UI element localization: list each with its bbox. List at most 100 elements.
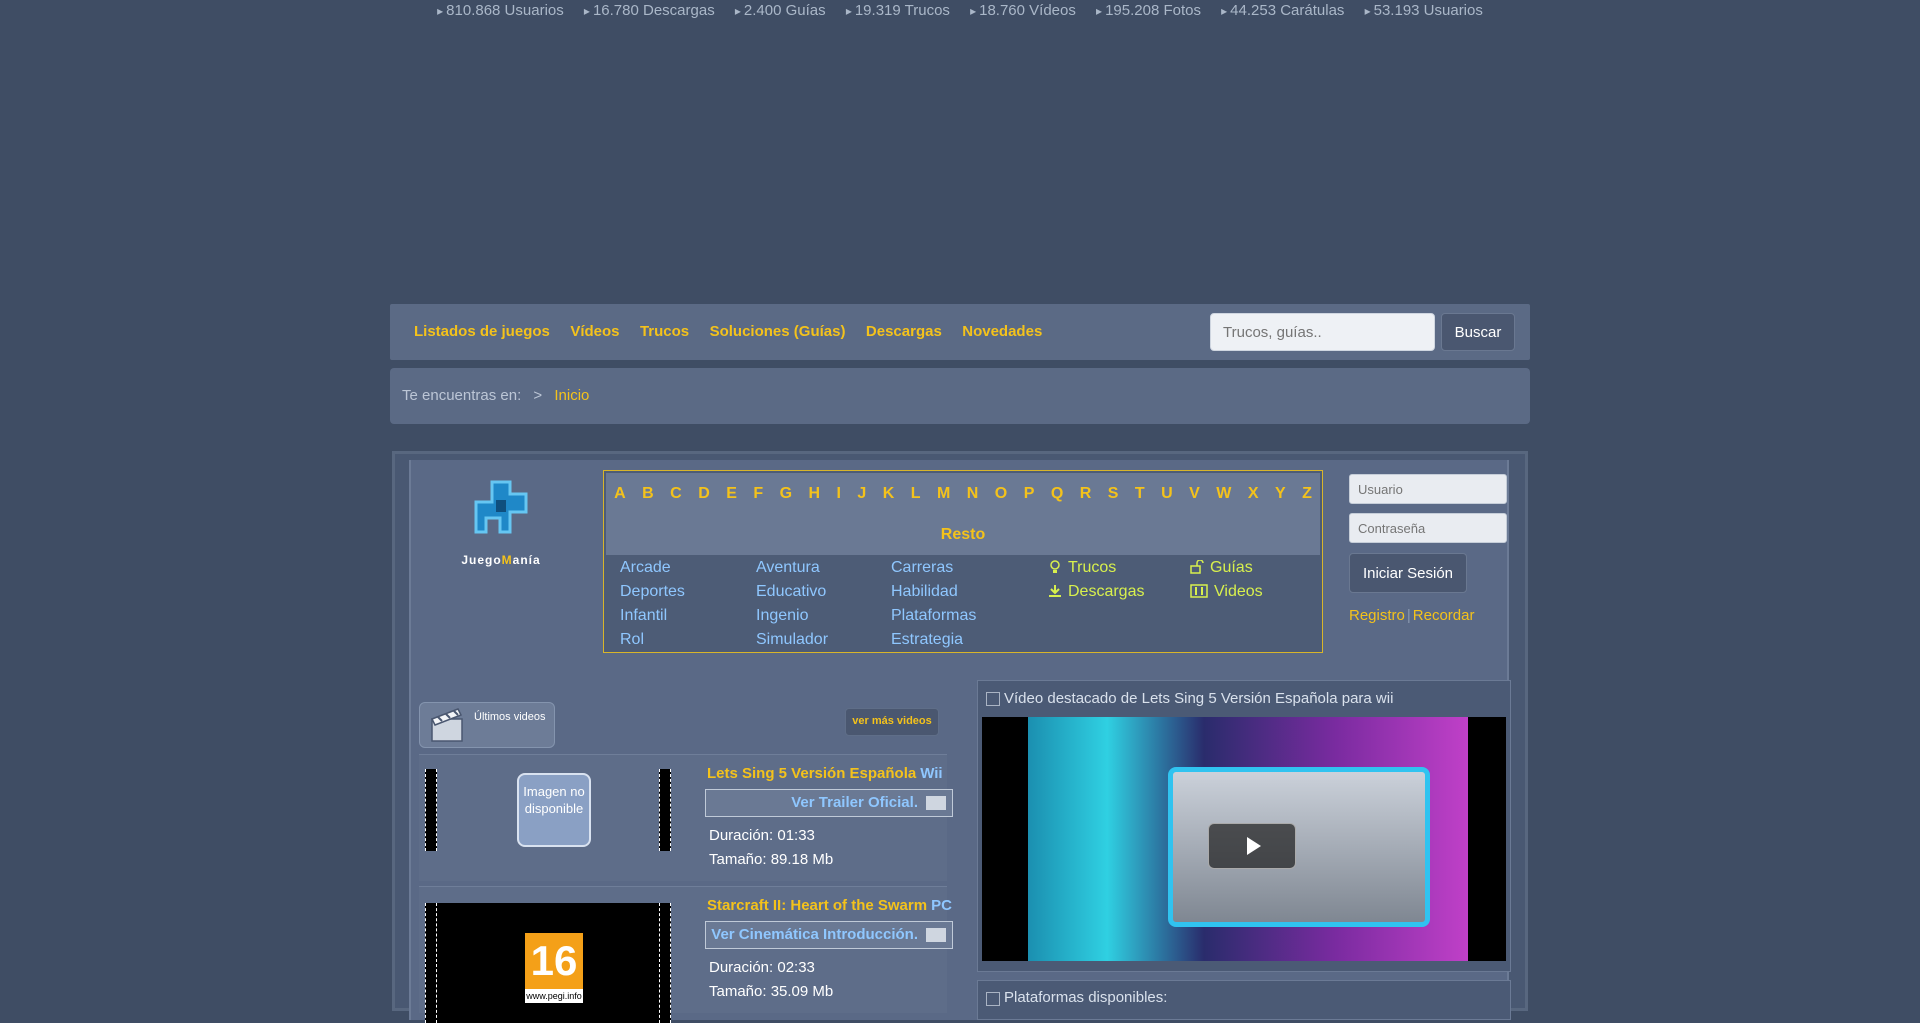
letter-f[interactable]: F xyxy=(753,485,763,502)
stat-tricks: 19.319 Trucos xyxy=(846,2,950,19)
video-platform-link[interactable]: PC xyxy=(931,897,952,914)
nav-link-game-lists[interactable]: Listados de juegos xyxy=(414,323,550,340)
letter-e[interactable]: E xyxy=(726,485,737,502)
video-game-link[interactable]: Lets Sing 5 Versión Española xyxy=(707,765,916,782)
search-button[interactable]: Buscar xyxy=(1441,313,1515,351)
stat-guides: 2.400 Guías xyxy=(735,2,826,19)
stat-users-2: 53.193 Usuarios xyxy=(1365,2,1483,19)
letter-q[interactable]: Q xyxy=(1051,485,1063,502)
video-watch-link[interactable]: Ver Cinemática Introducción. xyxy=(705,921,953,949)
remember-link[interactable]: Recordar xyxy=(1413,607,1475,624)
latest-videos-tab[interactable]: Últimos videos xyxy=(419,702,555,748)
username-input[interactable] xyxy=(1349,474,1507,504)
quick-link-guides[interactable]: Guías xyxy=(1190,559,1253,577)
genre-sports[interactable]: Deportes xyxy=(620,583,685,601)
video-watch-link[interactable]: Ver Trailer Oficial. xyxy=(705,789,953,817)
logo-text-part-2: anía xyxy=(512,553,541,567)
letter-z[interactable]: Z xyxy=(1302,485,1312,502)
alphabet-letters: A B C D E F G H I J K L M N O P Q R S T … xyxy=(606,485,1320,503)
genre-puzzle[interactable]: Ingenio xyxy=(756,607,809,625)
login-links: Registro | Recordar xyxy=(1349,607,1474,624)
pegi-site: www.pegi.info xyxy=(525,989,583,1003)
quick-link-downloads[interactable]: Descargas xyxy=(1048,583,1144,601)
letter-a[interactable]: A xyxy=(614,485,626,502)
main-inner-panel: JuegoManía A B C D E F G H I J K L M N O… xyxy=(409,460,1511,1023)
film-icon xyxy=(1190,584,1208,598)
alphabet-genre-box: A B C D E F G H I J K L M N O P Q R S T … xyxy=(603,470,1323,653)
genre-platform[interactable]: Plataformas xyxy=(891,607,976,625)
genre-rpg[interactable]: Rol xyxy=(620,631,644,649)
letter-d[interactable]: D xyxy=(698,485,710,502)
play-button[interactable] xyxy=(1208,823,1296,869)
letter-j[interactable]: J xyxy=(857,485,866,502)
search-input[interactable] xyxy=(1210,313,1435,351)
login-button[interactable]: Iniciar Sesión xyxy=(1349,553,1467,593)
film-strip xyxy=(659,769,671,851)
film-strip xyxy=(425,769,437,851)
site-stats-bar: 810.868 Usuarios 16.780 Descargas 2.400 … xyxy=(0,2,1920,19)
section-icon xyxy=(986,992,1000,1006)
letter-s[interactable]: S xyxy=(1108,485,1119,502)
video-watch-label: Ver Trailer Oficial. xyxy=(791,794,918,811)
nav-link-downloads[interactable]: Descargas xyxy=(866,323,942,340)
letter-p[interactable]: P xyxy=(1024,485,1035,502)
video-player[interactable] xyxy=(982,717,1506,961)
quick-link-guides-label: Guías xyxy=(1210,559,1253,576)
letter-o[interactable]: O xyxy=(995,485,1007,502)
letter-c[interactable]: C xyxy=(670,485,682,502)
letter-h[interactable]: H xyxy=(808,485,820,502)
genre-simulator[interactable]: Simulador xyxy=(756,631,828,649)
genre-educational[interactable]: Educativo xyxy=(756,583,826,601)
quick-link-videos-label: Videos xyxy=(1214,583,1263,600)
breadcrumb: Te encuentras en: > Inicio xyxy=(390,368,1530,424)
letter-k[interactable]: K xyxy=(883,485,895,502)
quick-link-tricks[interactable]: Trucos xyxy=(1048,559,1116,577)
letter-u[interactable]: U xyxy=(1161,485,1173,502)
genre-racing[interactable]: Carreras xyxy=(891,559,953,577)
nav-link-news[interactable]: Novedades xyxy=(962,323,1042,340)
alphabet-panel: A B C D E F G H I J K L M N O P Q R S T … xyxy=(606,473,1320,555)
film-icon xyxy=(926,796,946,810)
nav-link-guides[interactable]: Soluciones (Guías) xyxy=(710,323,846,340)
nav-link-videos[interactable]: Vídeos xyxy=(570,323,619,340)
nav-link-tricks[interactable]: Trucos xyxy=(640,323,689,340)
video-game-link[interactable]: Starcraft II: Heart of the Swarm xyxy=(707,897,927,914)
letter-v[interactable]: V xyxy=(1189,485,1200,502)
site-logo[interactable]: JuegoManía xyxy=(451,472,551,572)
genre-arcade[interactable]: Arcade xyxy=(620,559,671,577)
quick-link-videos[interactable]: Videos xyxy=(1190,583,1263,601)
letter-n[interactable]: N xyxy=(967,485,979,502)
genre-adventure[interactable]: Aventura xyxy=(756,559,820,577)
letter-rest[interactable]: Resto xyxy=(606,526,1320,544)
genre-strategy[interactable]: Estrategia xyxy=(891,631,963,649)
letter-w[interactable]: W xyxy=(1216,485,1231,502)
unlock-icon xyxy=(1190,560,1204,574)
stat-photos: 195.208 Fotos xyxy=(1096,2,1201,19)
letter-r[interactable]: R xyxy=(1080,485,1092,502)
password-input[interactable] xyxy=(1349,513,1507,543)
letter-y[interactable]: Y xyxy=(1275,485,1286,502)
film-strip xyxy=(425,903,437,1023)
no-image-thumbnail[interactable]: Imagen no disponible xyxy=(517,773,591,847)
video-platform-link[interactable]: Wii xyxy=(920,765,942,782)
latest-videos-label: Últimos videos xyxy=(474,711,546,723)
letter-i[interactable]: I xyxy=(836,485,840,502)
platforms-panel: Plataformas disponibles: xyxy=(977,980,1511,1020)
genre-kids[interactable]: Infantil xyxy=(620,607,667,625)
letter-b[interactable]: B xyxy=(642,485,654,502)
letter-l[interactable]: L xyxy=(911,485,921,502)
letter-g[interactable]: G xyxy=(780,485,792,502)
register-link[interactable]: Registro xyxy=(1349,607,1405,624)
quick-link-downloads-label: Descargas xyxy=(1068,583,1145,600)
genre-skill[interactable]: Habilidad xyxy=(891,583,958,601)
stat-downloads: 16.780 Descargas xyxy=(584,2,715,19)
letter-m[interactable]: M xyxy=(937,485,950,502)
stat-users: 810.868 Usuarios xyxy=(437,2,564,19)
video-title: Starcraft II: Heart of the Swarm PC xyxy=(707,897,952,914)
lightbulb-icon xyxy=(1050,560,1060,573)
letter-x[interactable]: X xyxy=(1248,485,1259,502)
breadcrumb-home-link[interactable]: Inicio xyxy=(554,387,589,404)
letter-t[interactable]: T xyxy=(1135,485,1145,502)
video-thumbnail[interactable]: 16 www.pegi.info xyxy=(425,903,671,1023)
more-videos-button[interactable]: ver más videos xyxy=(845,708,939,736)
